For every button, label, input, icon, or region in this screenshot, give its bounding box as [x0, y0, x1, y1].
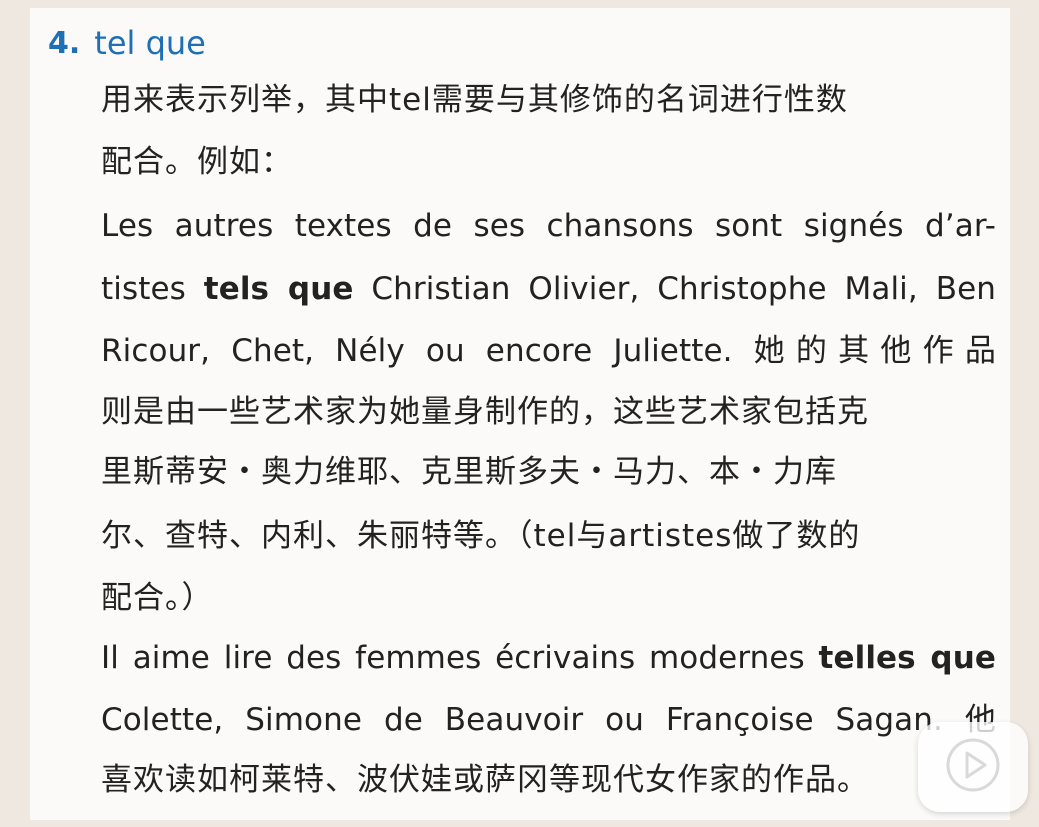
translation-line: 喜欢读如柯莱特、波伏娃或萨冈等现代女作家的作品。: [101, 762, 869, 798]
section-number: 4.: [48, 25, 81, 61]
body-line: 用来表示列举，其中tel需要与其修饰的名词进行性数: [101, 82, 848, 118]
play-icon: [944, 736, 1002, 798]
bold-term: telles que: [818, 640, 996, 676]
body-line: 配合。例如：: [101, 144, 293, 180]
example-line: Les autres textes de ses chansons sont s…: [101, 208, 996, 244]
bold-term: tels que: [203, 271, 354, 307]
translation-line: 里斯蒂安・奥力维耶、克里斯多夫・马力、本・力库: [101, 454, 837, 490]
example-line: Colette, Simone de Beauvoir ou Françoise…: [101, 702, 996, 738]
translation-line: 则是由一些艺术家为她量身制作的，这些艺术家包括克: [101, 394, 869, 430]
play-button[interactable]: [918, 722, 1028, 812]
example-line: Ricour, Chet, Nély ou encore Juliette. 她…: [101, 333, 996, 369]
section-heading: 4. tel que: [48, 18, 206, 68]
translation-line: 配合。）: [101, 580, 214, 616]
translation-line: 尔、查特、内利、朱丽特等。（tel与artistes做了数的: [101, 518, 861, 554]
section-term: tel que: [94, 24, 206, 62]
example-line: Il aime lire des femmes écrivains modern…: [101, 640, 996, 676]
example-line: tistes tels que Christian Olivier, Chris…: [101, 271, 996, 307]
